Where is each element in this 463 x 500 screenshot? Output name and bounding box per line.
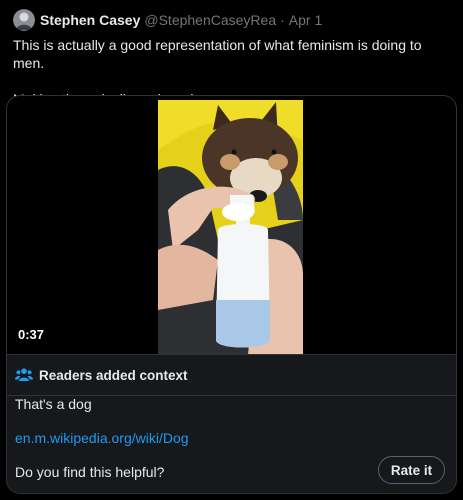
note-header: Readers added context [7,354,456,396]
note-title: Readers added context [39,367,188,383]
rate-it-button[interactable]: Rate it [378,456,445,484]
note-source-link[interactable]: en.m.wikipedia.org/wiki/Dog [15,430,189,446]
author-handle[interactable]: @StephenCaseyRea [144,12,276,28]
media-container[interactable]: 0:37 [6,95,457,354]
avatar[interactable] [13,9,35,31]
tweet-text-line: This is actually a good representation o… [13,37,422,71]
author-name[interactable]: Stephen Casey [40,12,140,28]
people-icon [15,368,33,381]
video-thumbnail[interactable] [158,100,303,354]
note-text: That's a dog [15,396,92,412]
tweet-card[interactable]: Stephen Casey @StephenCaseyRea · Apr 1 T… [0,0,463,500]
tweet-date[interactable]: Apr 1 [289,12,322,28]
video-duration: 0:37 [18,327,45,342]
tweet-header: Stephen Casey @StephenCaseyRea · Apr 1 [13,9,322,31]
community-note: Readers added context That's a dog en.m.… [6,354,457,494]
separator-dot: · [280,12,285,28]
helpful-question: Do you find this helpful? [15,464,165,480]
